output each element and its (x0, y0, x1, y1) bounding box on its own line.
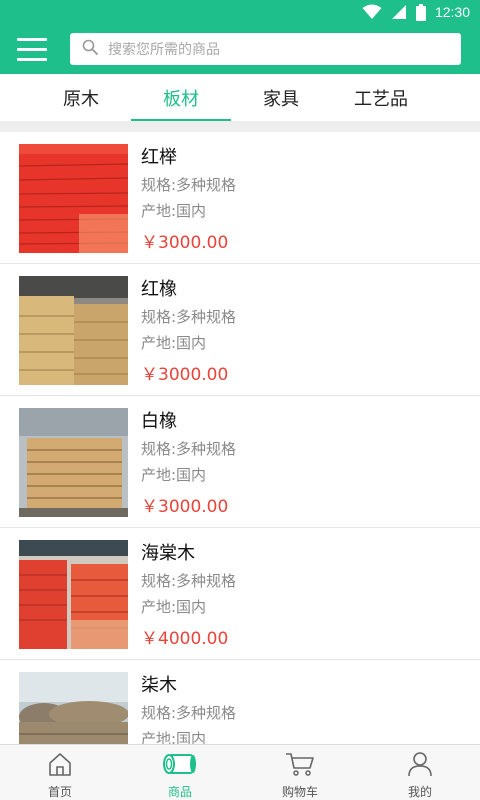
product-image (19, 276, 128, 385)
tab-boards[interactable]: 板材 (131, 74, 231, 121)
tab-furniture[interactable]: 家具 (231, 74, 331, 121)
product-image (19, 408, 128, 517)
product-item[interactable]: 红榉 规格:多种规格 产地:国内 ￥3000.00 (0, 132, 480, 264)
nav-label: 我的 (407, 785, 432, 799)
nav-profile[interactable]: 我的 (360, 745, 480, 800)
product-info: 红榉 规格:多种规格 产地:国内 ￥3000.00 (141, 144, 236, 256)
product-image (19, 672, 128, 744)
home-icon (47, 751, 73, 781)
product-origin: 产地:国内 (141, 730, 207, 744)
product-image (19, 540, 128, 649)
nav-home[interactable]: 首页 (0, 745, 120, 800)
user-icon (407, 751, 433, 781)
product-item[interactable]: 柒木 规格:多种规格 产地:国内 (0, 660, 480, 744)
product-price: ￥4000.00 (141, 629, 229, 649)
bottom-nav: 首页 商品 购物车 我的 (0, 744, 480, 800)
search-placeholder: 搜索您所需的商品 (108, 42, 220, 58)
nav-label: 购物车 (281, 785, 318, 799)
product-name: 海棠木 (141, 543, 195, 564)
app-screen: 12:30 搜索您所需的商品 原木 板材 家具 工艺品 红榉 规格:多种规格 产… (0, 0, 480, 800)
nav-products[interactable]: 商品 (120, 745, 240, 800)
product-item[interactable]: 海棠木 规格:多种规格 产地:国内 ￥4000.00 (0, 528, 480, 660)
search-input[interactable]: 搜索您所需的商品 (70, 33, 461, 65)
tab-crafts[interactable]: 工艺品 (331, 74, 431, 121)
product-spec: 规格:多种规格 (141, 440, 237, 458)
app-bar: 搜索您所需的商品 (0, 24, 480, 74)
product-price: ￥3000.00 (141, 497, 229, 517)
divider (0, 121, 480, 132)
product-image (19, 144, 128, 253)
product-item[interactable]: 白橡 规格:多种规格 产地:国内 ￥3000.00 (0, 396, 480, 528)
nav-label: 首页 (47, 785, 72, 799)
nav-cart[interactable]: 购物车 (240, 745, 360, 800)
product-spec: 规格:多种规格 (141, 176, 237, 194)
product-list: 红榉 规格:多种规格 产地:国内 ￥3000.00 红橡 规格:多种规格 产地:… (0, 132, 480, 744)
search-icon (82, 39, 98, 59)
product-name: 白橡 (141, 411, 177, 432)
product-origin: 产地:国内 (141, 466, 207, 484)
product-origin: 产地:国内 (141, 598, 207, 616)
product-price: ￥3000.00 (141, 233, 229, 253)
cart-icon (285, 751, 315, 781)
product-origin: 产地:国内 (141, 202, 207, 220)
product-name: 红榉 (141, 147, 177, 168)
status-time: 12:30 (434, 4, 470, 20)
product-info: 柒木 规格:多种规格 产地:国内 (141, 672, 236, 744)
nav-label: 商品 (167, 785, 192, 799)
product-info: 白橡 规格:多种规格 产地:国内 ￥3000.00 (141, 408, 236, 520)
hamburger-icon[interactable] (12, 32, 52, 66)
product-spec: 规格:多种规格 (141, 308, 237, 326)
product-origin: 产地:国内 (141, 334, 207, 352)
product-price: ￥3000.00 (141, 365, 229, 385)
product-info: 海棠木 规格:多种规格 产地:国内 ￥4000.00 (141, 540, 236, 652)
status-bar: 12:30 (0, 0, 480, 24)
tab-logs[interactable]: 原木 (31, 74, 131, 121)
signal-icon (391, 4, 407, 20)
category-tabs: 原木 板材 家具 工艺品 (0, 74, 480, 121)
battery-icon (415, 3, 426, 21)
product-name: 红橡 (141, 279, 177, 300)
product-name: 柒木 (141, 675, 177, 696)
wood-log-icon (163, 751, 197, 781)
wifi-icon (362, 4, 382, 20)
product-info: 红橡 规格:多种规格 产地:国内 ￥3000.00 (141, 276, 236, 388)
product-spec: 规格:多种规格 (141, 704, 237, 722)
product-item[interactable]: 红橡 规格:多种规格 产地:国内 ￥3000.00 (0, 264, 480, 396)
product-spec: 规格:多种规格 (141, 572, 237, 590)
